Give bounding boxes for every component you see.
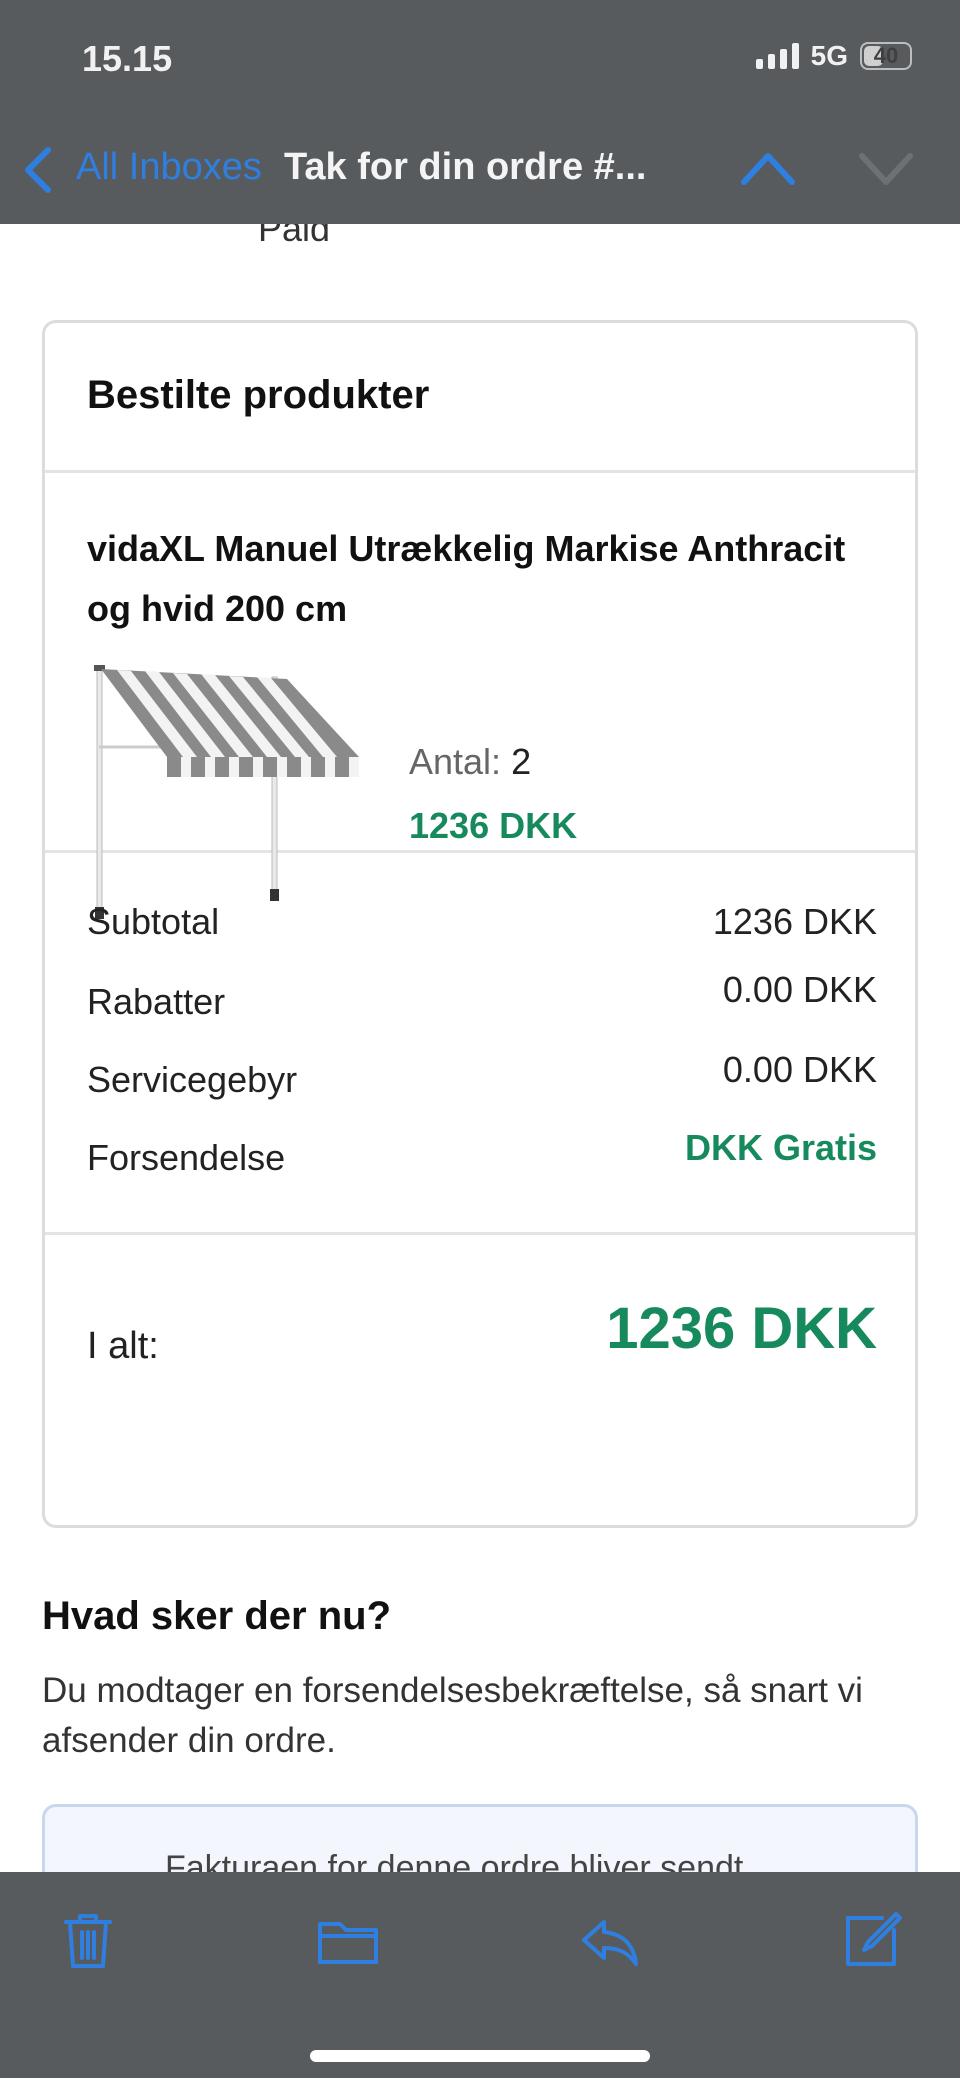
product-name[interactable]: vidaXL Manuel Utrækkelig Markise Anthrac… — [87, 519, 847, 639]
battery-level: 40 — [873, 43, 899, 68]
status-indicators: 5G 40 — [755, 40, 912, 72]
chevron-down-icon[interactable] — [858, 148, 914, 188]
order-card: Bestilte produkter vidaXL Manuel Utrække… — [42, 320, 918, 1528]
product-item: vidaXL Manuel Utrækkelig Markise Anthrac… — [45, 473, 915, 919]
grand-total-value: 1236 DKK — [606, 1296, 877, 1361]
reply-icon[interactable] — [578, 1910, 640, 1970]
next-steps-title: Hvad sker der nu? — [42, 1594, 392, 1638]
payment-status-text: Paid — [258, 224, 331, 249]
network-type: 5G — [810, 40, 848, 71]
cellular-signal-icon — [755, 43, 799, 69]
totals-row-service-fee: Servicegebyr 0.00 DKK — [87, 1049, 877, 1109]
compose-icon[interactable] — [842, 1910, 902, 1970]
chevron-left-icon[interactable] — [18, 144, 58, 196]
grand-total: I alt: 1236 DKK — [45, 1235, 915, 1525]
invoice-notice: Fakturaen for denne ordre bliver sendt — [42, 1804, 918, 1872]
folder-icon[interactable] — [316, 1910, 380, 1970]
chevron-up-icon[interactable] — [740, 148, 796, 188]
totals-label: Forsendelse — [87, 1137, 286, 1178]
totals-value: DKK Gratis — [684, 1127, 877, 1168]
invoice-notice-text: Fakturaen for denne ordre bliver sendt — [165, 1849, 744, 1872]
status-time: 15.15 — [82, 38, 173, 79]
quantity-value: 2 — [511, 741, 532, 782]
order-card-title: Bestilte produkter — [87, 373, 430, 417]
totals-row-discounts: Rabatter 0.00 DKK — [87, 969, 877, 1031]
nav-bar: All Inboxes Tak for din ordre #... — [0, 140, 960, 200]
totals-value: 1236 DKK — [712, 901, 877, 942]
product-quantity: Antal: 2 — [409, 741, 531, 783]
back-button-all-inboxes[interactable]: All Inboxes — [76, 146, 262, 189]
home-indicator[interactable] — [310, 2050, 650, 2062]
trash-icon[interactable] — [58, 1910, 118, 1970]
totals-row-subtotal: Subtotal 1236 DKK — [87, 901, 877, 951]
totals-value: 0.00 DKK — [722, 1049, 877, 1090]
order-totals: Subtotal 1236 DKK Rabatter 0.00 DKK Serv… — [45, 853, 915, 1235]
order-card-header: Bestilte produkter — [45, 323, 915, 473]
battery-icon: 40 — [860, 42, 912, 70]
product-price: 1236 DKK — [409, 805, 578, 846]
totals-label: Subtotal — [87, 901, 220, 942]
totals-value: 0.00 DKK — [722, 969, 877, 1010]
bottom-toolbar — [0, 1872, 960, 2078]
totals-label: Servicegebyr — [87, 1059, 298, 1100]
totals-label: Rabatter — [87, 981, 226, 1022]
totals-row-shipping: Forsendelse DKK Gratis — [87, 1127, 877, 1187]
email-subject-title: Tak for din ordre #... — [284, 146, 647, 188]
next-steps-text: Du modtager en forsendelsesbekræftelse, … — [42, 1671, 863, 1760]
quantity-label: Antal: — [409, 741, 502, 782]
email-body[interactable]: Paid Bestilte produkter vidaXL Manuel Ut… — [0, 224, 960, 1872]
top-bar: 15.15 5G 40 All Inboxes Tak for din ordr… — [0, 0, 960, 224]
grand-total-label: I alt: — [87, 1325, 159, 1367]
